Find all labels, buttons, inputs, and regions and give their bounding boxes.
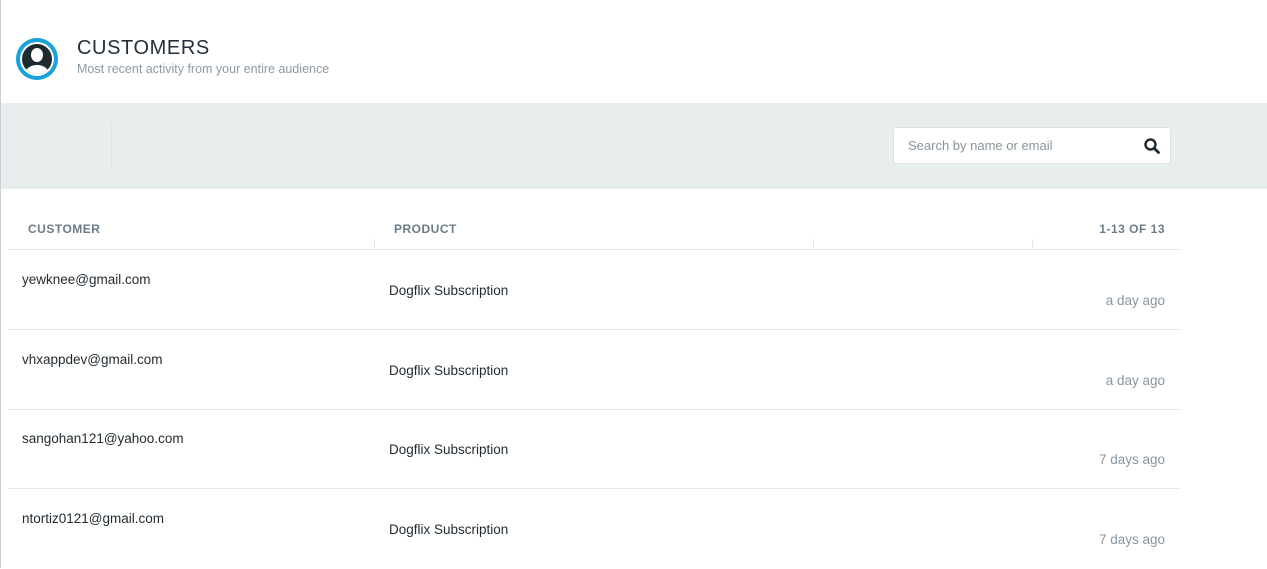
column-header-customer[interactable]: CUSTOMER (28, 222, 100, 236)
table-row[interactable]: yewknee@gmail.com Dogflix Subscription a… (9, 250, 1180, 330)
activity-time: a day ago (1105, 373, 1165, 388)
search-icon[interactable] (1143, 137, 1161, 155)
search-input[interactable] (894, 128, 1134, 163)
activity-time: 7 days ago (1098, 532, 1165, 547)
activity-time: a day ago (1105, 293, 1165, 308)
customer-email[interactable]: vhxappdev@gmail.com (22, 352, 163, 367)
user-avatar-icon (16, 38, 58, 80)
customer-email[interactable]: ntortiz0121@gmail.com (22, 511, 164, 526)
page-subtitle: Most recent activity from your entire au… (77, 62, 330, 76)
toolbar (1, 103, 1267, 189)
search-box[interactable] (893, 127, 1171, 164)
pagination-count: 1-13 OF 13 (1099, 222, 1165, 236)
table-row[interactable]: sangohan121@yahoo.com Dogflix Subscripti… (9, 409, 1180, 489)
page-title: CUSTOMERS (77, 37, 210, 59)
column-divider (374, 239, 375, 249)
customer-email[interactable]: sangohan121@yahoo.com (22, 431, 184, 446)
page-header: CUSTOMERS Most recent activity from your… (1, 0, 1267, 103)
product-name: Dogflix Subscription (389, 363, 509, 378)
table-row[interactable]: ntortiz0121@gmail.com Dogflix Subscripti… (9, 489, 1180, 569)
product-name: Dogflix Subscription (389, 442, 509, 457)
column-divider (813, 239, 814, 249)
product-name: Dogflix Subscription (389, 522, 509, 537)
activity-time: 7 days ago (1098, 452, 1165, 467)
customer-email[interactable]: yewknee@gmail.com (22, 272, 151, 287)
table-row[interactable]: vhxappdev@gmail.com Dogflix Subscription… (9, 330, 1180, 410)
column-divider (1032, 239, 1033, 249)
column-header-product[interactable]: PRODUCT (394, 222, 457, 236)
product-name: Dogflix Subscription (389, 283, 509, 298)
toolbar-divider (111, 123, 112, 169)
table-header: CUSTOMER PRODUCT 1-13 OF 13 (9, 189, 1180, 250)
